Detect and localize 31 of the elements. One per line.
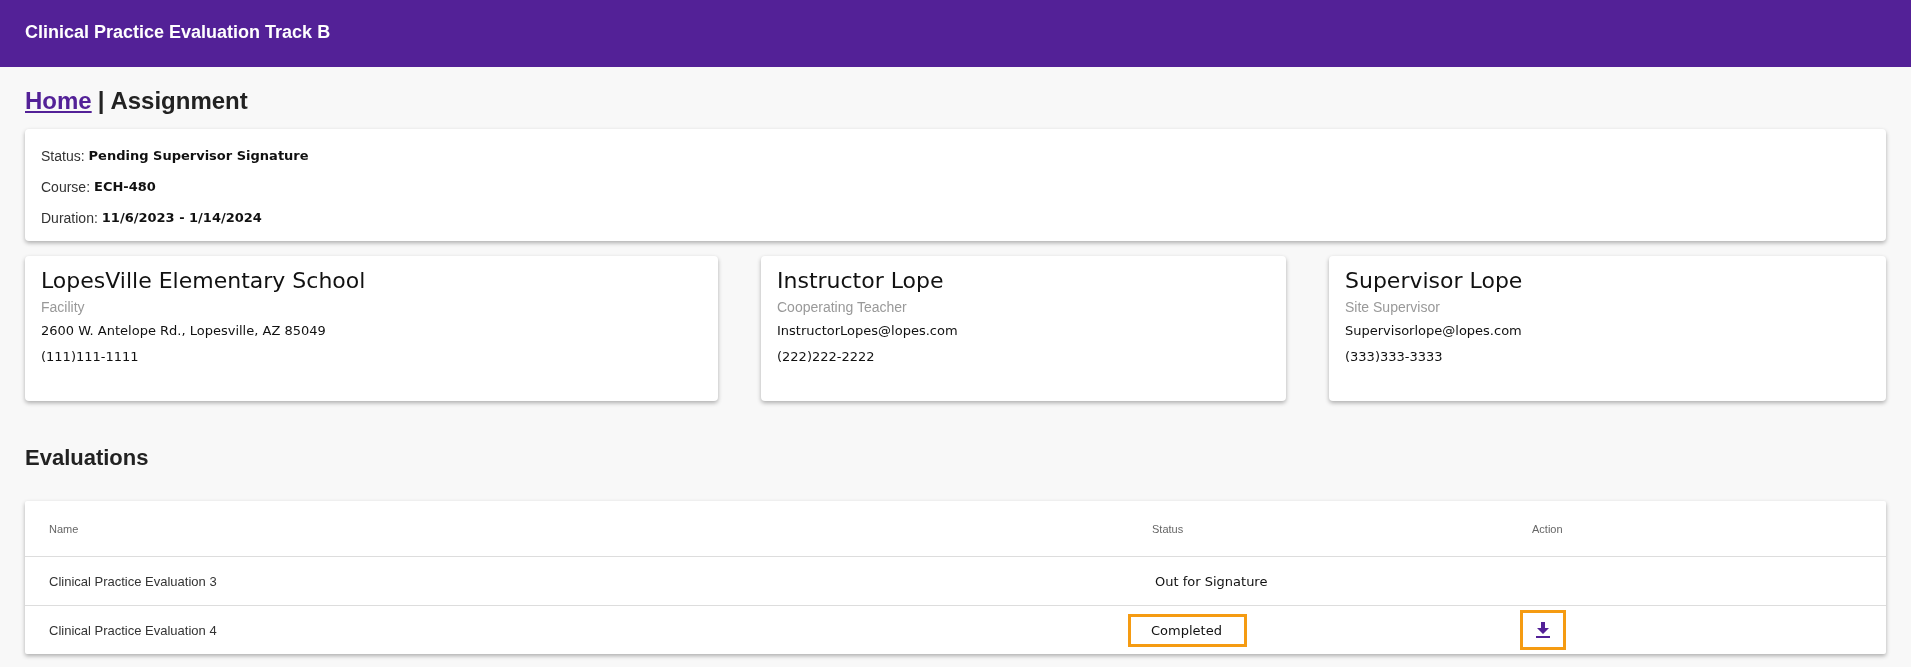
column-header: Status (1152, 522, 1184, 535)
contact-phone: (222)222-2222 (777, 349, 875, 364)
contact-name: LopesVille Elementary School (41, 268, 366, 293)
home-link[interactable]: Home (25, 87, 92, 114)
table-cell: Clinical Practice Evaluation 4 (49, 622, 217, 638)
contact-role: Cooperating Teacher (777, 299, 907, 315)
section-heading: Evaluations (25, 445, 149, 471)
status-cell: Completed (1128, 613, 1247, 647)
field-label: Course: (41, 178, 91, 195)
field-value: Pending Supervisor Signature (88, 148, 309, 163)
status-cell-text: Out for Signature (1154, 572, 1269, 591)
contact-detail: Supervisorlope@lopes.com (1345, 323, 1522, 338)
table-cell: Clinical Practice Evaluation 3 (49, 573, 217, 589)
app-title: Clinical Practice Evaluation Track B (25, 22, 331, 43)
field-value: 11/6/2023 - 1/14/2024 (101, 210, 262, 225)
field-label: Duration: (41, 209, 98, 226)
contact-phone: (333)333-3333 (1345, 349, 1443, 364)
breadcrumb-separator: | (97, 87, 105, 114)
contact-name: Supervisor Lope (1345, 268, 1523, 293)
field-value: ECH-480 (94, 179, 156, 194)
field-label: Status: (41, 147, 85, 164)
column-header: Action (1532, 522, 1563, 535)
contact-name: Instructor Lope (777, 268, 944, 293)
download-icon (1536, 622, 1550, 638)
contact-detail: InstructorLopes@lopes.com (777, 323, 958, 338)
contact-role: Facility (41, 299, 85, 315)
contact-detail: 2600 W. Antelope Rd., Lopesville, AZ 85049 (41, 323, 326, 338)
page-title: Assignment (110, 87, 248, 114)
contact-phone: (111)111-1111 (41, 349, 139, 364)
column-header: Name (49, 522, 79, 535)
contact-role: Site Supervisor (1345, 299, 1440, 315)
